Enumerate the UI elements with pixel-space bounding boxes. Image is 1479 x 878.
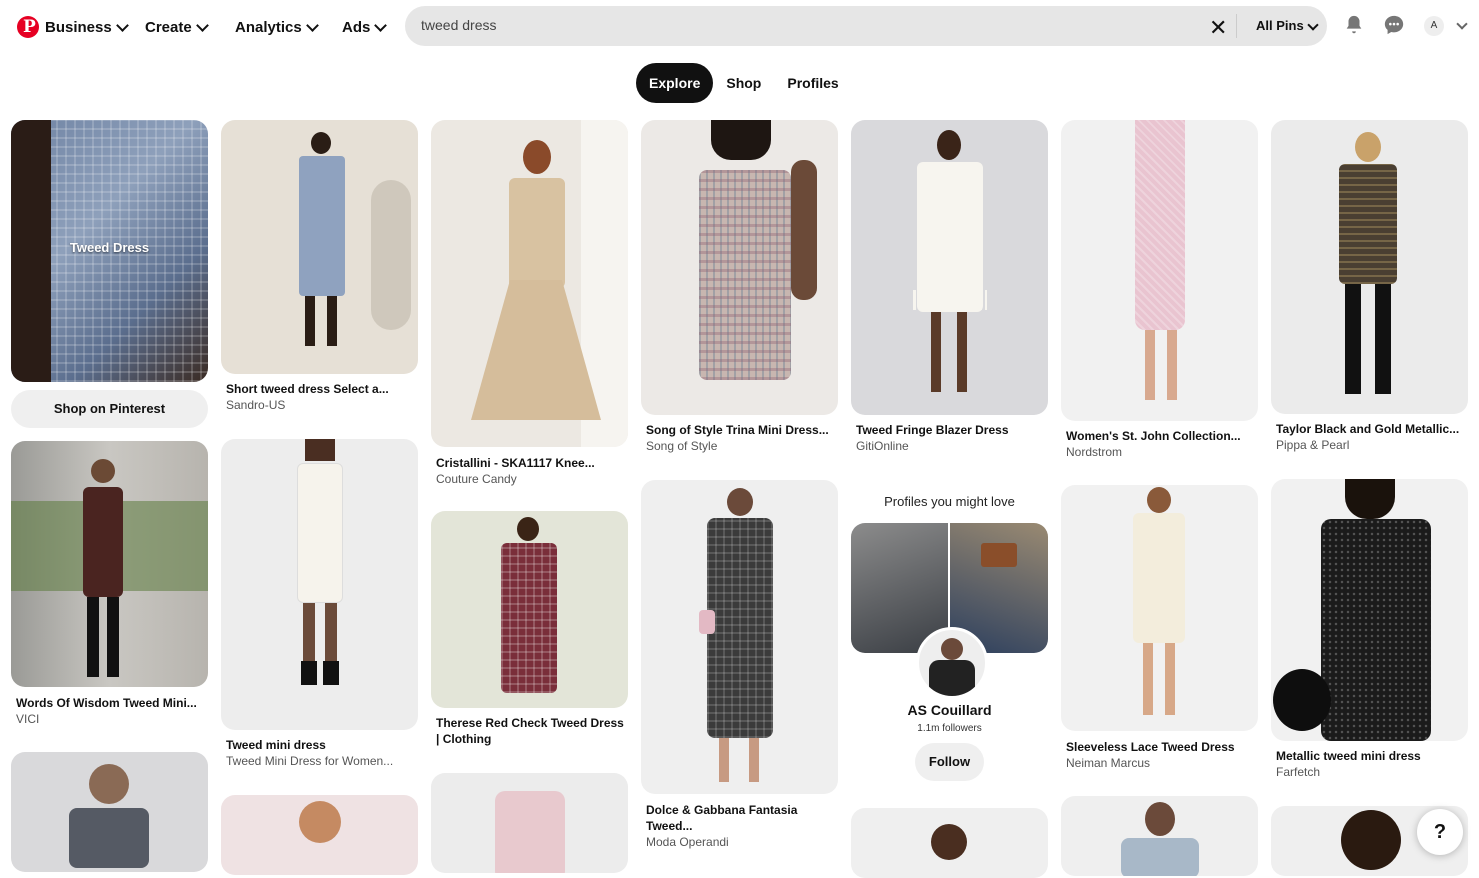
pin-title[interactable]: Tweed mini dress — [226, 738, 414, 752]
nav-create[interactable]: Create — [145, 0, 209, 54]
pin-image[interactable] — [431, 120, 628, 447]
pin-title[interactable]: Song of Style Trina Mini Dress... — [646, 423, 834, 437]
follow-button[interactable]: Follow — [915, 743, 984, 781]
pin-image[interactable] — [1271, 479, 1468, 741]
nav-business[interactable]: Business — [45, 0, 129, 54]
pin-title[interactable]: Therese Red Check Tweed Dress | Clothing — [436, 715, 624, 747]
pin-title[interactable]: Dolce & Gabbana Fantasia Tweed... — [646, 802, 834, 834]
search-bar: ✕ All Pins — [405, 6, 1327, 46]
pin-image[interactable] — [221, 439, 418, 730]
pin-image[interactable] — [851, 808, 1048, 878]
pin-title[interactable]: Women's St. John Collection... — [1066, 429, 1254, 443]
pinterest-logo-icon[interactable]: P — [17, 16, 39, 38]
chevron-down-icon — [305, 18, 319, 32]
pin-image[interactable] — [1061, 120, 1258, 421]
help-button[interactable]: ? — [1417, 809, 1463, 855]
pin-source[interactable]: VICI — [16, 712, 204, 726]
pin-image[interactable] — [221, 795, 418, 875]
pin-image[interactable] — [11, 752, 208, 872]
profile-followers: 1.1m followers — [917, 723, 982, 734]
pin-source[interactable]: Farfetch — [1276, 765, 1464, 779]
pin-image[interactable] — [1271, 120, 1468, 414]
pin-title[interactable]: Words Of Wisdom Tweed Mini... — [16, 696, 204, 710]
profile-name[interactable]: AS Couillard — [851, 702, 1048, 718]
pin-source[interactable]: Moda Operandi — [646, 835, 834, 849]
shop-on-pinterest-button[interactable]: Shop on Pinterest — [11, 390, 208, 428]
clear-search-icon[interactable]: ✕ — [1209, 15, 1227, 41]
pin-image[interactable] — [641, 120, 838, 415]
pin-source[interactable]: Neiman Marcus — [1066, 756, 1254, 770]
pin-title[interactable]: Tweed Fringe Blazer Dress — [856, 423, 1044, 437]
pin-image[interactable] — [1061, 485, 1258, 731]
search-filter-label: All Pins — [1256, 18, 1304, 33]
profiles-heading: Profiles you might love — [884, 494, 1015, 509]
chevron-down-icon — [1307, 18, 1319, 31]
pin-source[interactable]: Pippa & Pearl — [1276, 438, 1464, 452]
account-chevron-icon[interactable] — [1456, 18, 1468, 30]
pin-image[interactable] — [431, 773, 628, 873]
search-divider — [1236, 14, 1237, 38]
pin-title[interactable]: Sleeveless Lace Tweed Dress — [1066, 740, 1254, 754]
pin-title[interactable]: Taylor Black and Gold Metallic... — [1276, 422, 1464, 436]
search-input[interactable] — [419, 16, 1183, 34]
chevron-down-icon — [374, 18, 388, 32]
nav-create-label: Create — [145, 18, 192, 36]
pin-source[interactable]: Tweed Mini Dress for Women... — [226, 754, 414, 768]
nav-analytics[interactable]: Analytics — [235, 0, 319, 54]
pin-image[interactable] — [431, 511, 628, 708]
pin-image[interactable] — [11, 441, 208, 687]
pin-source[interactable]: Sandro-US — [226, 398, 414, 412]
tab-explore[interactable]: Explore — [636, 63, 714, 103]
messages-icon[interactable] — [1382, 14, 1406, 38]
chevron-down-icon — [195, 18, 209, 32]
nav-ads[interactable]: Ads — [342, 0, 388, 54]
pin-source[interactable]: Song of Style — [646, 439, 834, 453]
search-filter-dropdown[interactable]: All Pins — [1256, 18, 1319, 33]
chevron-down-icon — [115, 18, 129, 32]
search-scope-tabs: Explore Shop Profiles — [636, 63, 852, 103]
pin-title[interactable]: Metallic tweed mini dress — [1276, 749, 1464, 763]
nav-business-label: Business — [45, 18, 112, 36]
pin-image[interactable] — [1061, 796, 1258, 876]
pin-image[interactable] — [641, 480, 838, 794]
tab-shop[interactable]: Shop — [713, 63, 774, 103]
notifications-bell-icon[interactable] — [1342, 14, 1366, 38]
account-avatar[interactable]: A — [1424, 16, 1444, 36]
pin-source[interactable]: GitiOnline — [856, 439, 1044, 453]
pin-overlay-title: Tweed Dress — [69, 240, 150, 255]
pin-title[interactable]: Cristallini - SKA1117 Knee... — [436, 456, 624, 470]
pin-source[interactable]: Nordstrom — [1066, 445, 1254, 459]
pin-source[interactable]: Couture Candy — [436, 472, 624, 486]
avatar[interactable] — [916, 627, 988, 699]
pin-image[interactable] — [851, 120, 1048, 415]
nav-analytics-label: Analytics — [235, 18, 302, 36]
nav-ads-label: Ads — [342, 18, 371, 36]
tab-profiles[interactable]: Profiles — [774, 63, 851, 103]
top-navigation-bar: P Business Create Analytics Ads ✕ All Pi… — [0, 0, 1479, 54]
pin-title[interactable]: Short tweed dress Select a... — [226, 382, 414, 396]
pin-image[interactable] — [221, 120, 418, 374]
